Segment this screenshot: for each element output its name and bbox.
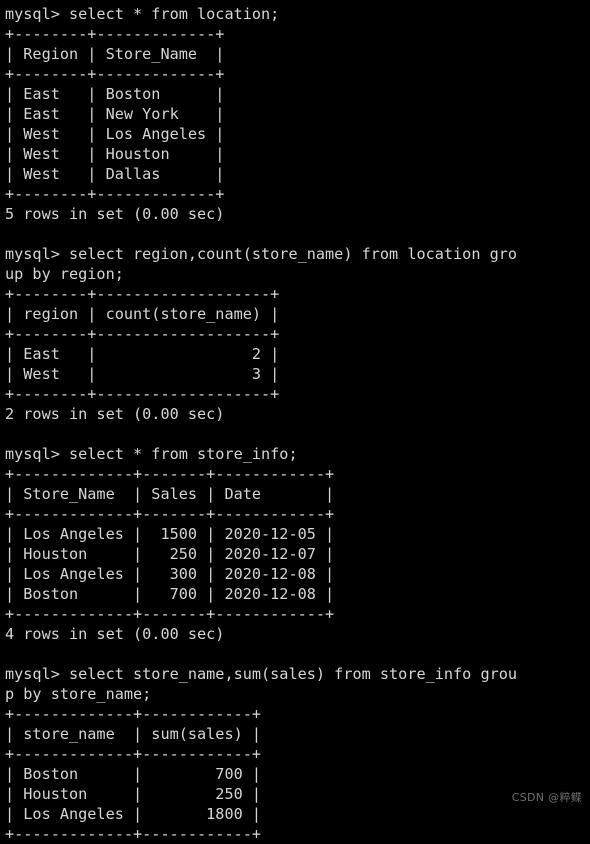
console-line: +--------+-------------+: [5, 25, 225, 43]
console-line: | Houston | 250 | 2020-12-07 |: [5, 545, 335, 563]
console-line: +-------------+------------+: [5, 705, 262, 723]
terminal-window[interactable]: mysql> select * from location; +--------+…: [0, 0, 590, 843]
console-line: mysql> select * from location;: [5, 5, 280, 23]
console-line: | region | count(store_name) |: [5, 305, 280, 323]
console-line: | East | New York |: [5, 105, 225, 123]
console-line: +-------------+------------+: [5, 745, 262, 763]
console-line: | Los Angeles | 300 | 2020-12-08 |: [5, 565, 335, 583]
console-line: +-------------+-------+------------+: [5, 505, 335, 523]
console-line: | Houston | 250 |: [5, 785, 262, 803]
console-line: | West | 3 |: [5, 365, 280, 383]
console-line: +--------+-------------------+: [5, 385, 280, 403]
console-line: +--------+-------------+: [5, 185, 225, 203]
console-line: +--------+-------------------+: [5, 285, 280, 303]
console-line: mysql> select store_name,sum(sales) from…: [5, 665, 518, 683]
console-line: | Boston | 700 | 2020-12-08 |: [5, 585, 335, 603]
console-line: p by store_name;: [5, 685, 152, 703]
console-line: mysql> select * from store_info;: [5, 445, 298, 463]
console-line: | Region | Store_Name |: [5, 45, 225, 63]
console-line: 4 rows in set (0.00 sec): [5, 625, 225, 643]
console-line: +-------------+-------+------------+: [5, 605, 335, 623]
console-line: | West | Dallas |: [5, 165, 225, 183]
console-line: +--------+-------------------+: [5, 325, 280, 343]
console-line: +-------------+------------+: [5, 825, 262, 843]
console-line: | West | Houston |: [5, 145, 225, 163]
console-line: +--------+-------------+: [5, 65, 225, 83]
csdn-watermark: CSDN @粹鲽: [511, 791, 582, 804]
console-line: | West | Los Angeles |: [5, 125, 225, 143]
console-line: 5 rows in set (0.00 sec): [5, 205, 225, 223]
console-line: 2 rows in set (0.00 sec): [5, 405, 225, 423]
console-line: +-------------+-------+------------+: [5, 465, 335, 483]
console-output[interactable]: mysql> select * from location; +--------+…: [5, 4, 590, 844]
console-line: mysql> select region,count(store_name) f…: [5, 245, 518, 263]
console-line: | East | 2 |: [5, 345, 280, 363]
console-line: | Store_Name | Sales | Date |: [5, 485, 335, 503]
console-line: | Los Angeles | 1800 |: [5, 805, 262, 823]
console-line: | East | Boston |: [5, 85, 225, 103]
console-line: | store_name | sum(sales) |: [5, 725, 262, 743]
console-line: | Los Angeles | 1500 | 2020-12-05 |: [5, 525, 335, 543]
console-line: up by region;: [5, 265, 124, 283]
console-line: | Boston | 700 |: [5, 765, 262, 783]
